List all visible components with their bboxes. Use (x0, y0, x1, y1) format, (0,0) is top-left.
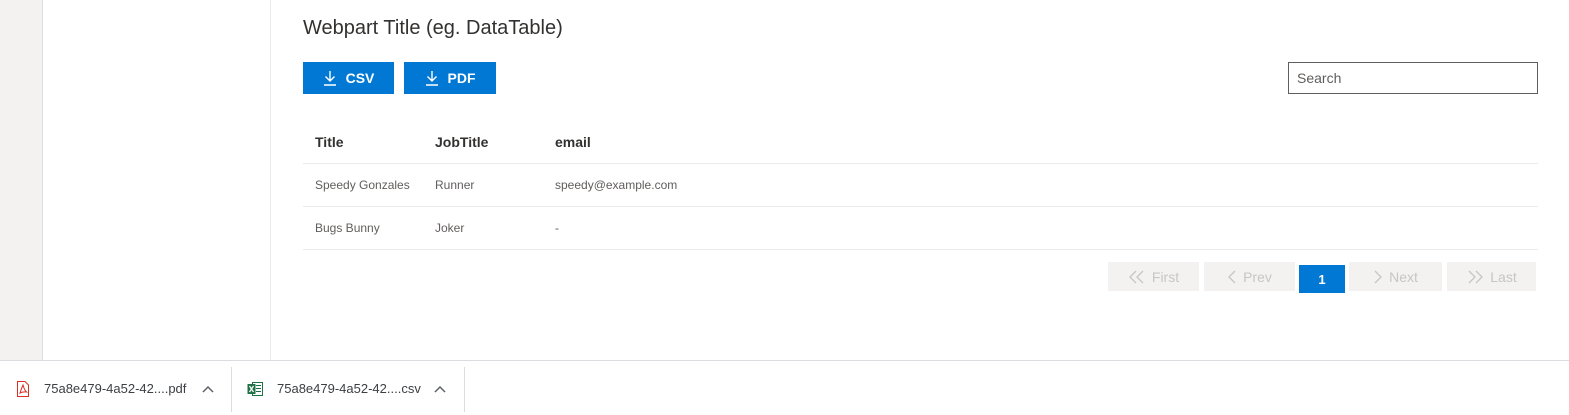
export-csv-label: CSV (345, 70, 375, 86)
pagination-last-button[interactable]: Last (1447, 262, 1536, 291)
cell-title: Speedy Gonzales (315, 178, 410, 192)
column-header-email[interactable]: email (543, 134, 1538, 150)
download-item-csv[interactable]: 75a8e479-4a52-42....csv (232, 367, 464, 412)
download-filename: 75a8e479-4a52-42....pdf (44, 381, 187, 396)
pagination-last-label: Last (1490, 268, 1517, 285)
excel-file-icon (247, 382, 263, 396)
download-icon (425, 71, 438, 86)
data-table: Title JobTitle email Speedy Gonzales Run… (303, 120, 1538, 250)
column-header-title[interactable]: Title (303, 134, 423, 150)
chevron-up-icon[interactable] (202, 385, 214, 393)
pagination-next-label: Next (1389, 268, 1418, 285)
download-icon (323, 71, 336, 86)
pdf-file-icon (17, 381, 29, 397)
pagination-first-label: First (1151, 268, 1180, 285)
pagination-prev-button[interactable]: Prev (1204, 262, 1295, 291)
cell-jobtitle: Runner (435, 178, 475, 192)
app-left-rail (0, 0, 43, 361)
download-separator (464, 367, 465, 412)
cell-email: - (555, 221, 559, 235)
download-item-pdf[interactable]: 75a8e479-4a52-42....pdf (0, 367, 231, 412)
cell-email: speedy@example.com (555, 178, 678, 192)
chevron-left-icon (1228, 270, 1236, 283)
export-pdf-label: PDF (447, 70, 476, 86)
search-input[interactable] (1288, 62, 1538, 94)
pagination-next-button[interactable]: Next (1349, 262, 1442, 291)
double-chevron-left-icon (1128, 270, 1144, 283)
webpart-title: Webpart Title (eg. DataTable) (303, 17, 563, 39)
export-csv-button[interactable]: CSV (303, 62, 394, 94)
download-filename: 75a8e479-4a52-42....csv (277, 381, 421, 396)
export-pdf-button[interactable]: PDF (404, 62, 496, 94)
browser-download-bar: 75a8e479-4a52-42....pdf 75a8e479-4a52-42… (0, 360, 1569, 415)
table-header-row: Title JobTitle email (303, 120, 1538, 164)
webpart-container: Webpart Title (eg. DataTable) CSV PDF Ti… (303, 0, 1538, 361)
pagination-prev-label: Prev (1243, 268, 1272, 285)
navigation-column (43, 0, 271, 361)
pagination-page-button[interactable]: 1 (1299, 265, 1345, 293)
pagination-first-button[interactable]: First (1108, 262, 1199, 291)
chevron-up-icon[interactable] (434, 385, 446, 393)
table-row: Speedy Gonzales Runner speedy@example.co… (303, 164, 1538, 207)
cell-title: Bugs Bunny (315, 221, 380, 235)
cell-jobtitle: Joker (435, 221, 465, 235)
column-header-jobtitle[interactable]: JobTitle (423, 134, 543, 150)
chevron-right-icon (1374, 270, 1383, 283)
table-row: Bugs Bunny Joker - (303, 207, 1538, 250)
double-chevron-right-icon (1468, 270, 1484, 283)
